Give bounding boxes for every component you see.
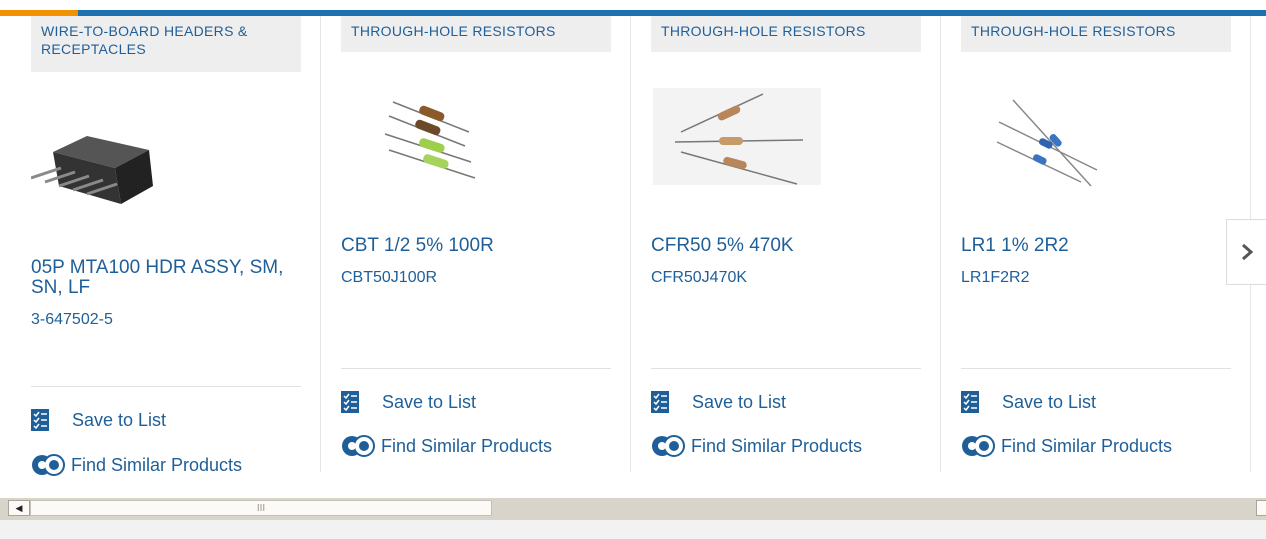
scrollbar-grip: III	[256, 502, 266, 514]
part-number[interactable]: CFR50J470K	[651, 269, 921, 287]
find-similar-products-button[interactable]: Find Similar Products	[961, 433, 1172, 459]
carousel-next-button[interactable]	[1226, 219, 1266, 285]
part-number[interactable]: 3-647502-5	[31, 311, 301, 329]
find-similar-label: Find Similar Products	[71, 454, 243, 475]
divider	[341, 368, 611, 369]
save-to-list-button[interactable]: Save to List	[31, 407, 166, 433]
find-similar-products-button[interactable]: Find Similar Products	[651, 433, 862, 459]
product-image[interactable]	[341, 94, 611, 194]
resistors-image	[384, 101, 476, 179]
scroll-left-arrow-icon: ◀	[15, 502, 23, 513]
part-number[interactable]: LR1F2R2	[961, 269, 1231, 287]
scroll-right-button[interactable]	[1256, 500, 1266, 516]
product-image[interactable]	[651, 88, 921, 188]
checklist-icon	[961, 391, 979, 413]
category-label[interactable]: THROUGH-HOLE RESISTORS	[651, 16, 921, 52]
save-to-list-label: Save to List	[1002, 391, 1097, 412]
card-separator	[630, 16, 631, 472]
checklist-icon	[341, 391, 359, 413]
save-to-list-button[interactable]: Save to List	[961, 389, 1096, 415]
category-label[interactable]: THROUGH-HOLE RESISTORS	[341, 16, 611, 52]
scroll-left-button[interactable]: ◀	[8, 500, 30, 516]
chevron-right-icon	[1241, 243, 1253, 261]
find-similar-label: Find Similar Products	[691, 435, 863, 456]
category-label[interactable]: WIRE-TO-BOARD HEADERS & RECEPTACLES	[31, 16, 301, 72]
find-similar-products-button[interactable]: Find Similar Products	[341, 433, 552, 459]
checklist-icon	[651, 391, 669, 413]
product-card: THROUGH-HOLE RESISTORS LR1 1% 2R2 LR1F2R…	[961, 16, 1231, 474]
checklist-icon	[31, 409, 49, 431]
save-to-list-label: Save to List	[72, 409, 167, 430]
product-image[interactable]	[30, 106, 301, 206]
save-to-list-button[interactable]: Save to List	[651, 389, 786, 415]
part-number[interactable]: CBT50J100R	[341, 269, 611, 287]
product-card: THROUGH-HOLE RESISTORS CFR50 5% 470K CFR…	[651, 16, 921, 474]
category-label[interactable]: THROUGH-HOLE RESISTORS	[961, 16, 1231, 52]
save-to-list-label: Save to List	[692, 391, 787, 412]
find-similar-label: Find Similar Products	[381, 435, 553, 456]
resistors-image	[996, 99, 1098, 187]
find-similar-label: Find Similar Products	[1001, 435, 1173, 456]
find-similar-products-button[interactable]: Find Similar Products	[31, 452, 242, 478]
product-card: THROUGH-HOLE RESISTORS CBT 1/2 5% 100R C…	[341, 16, 611, 474]
product-title[interactable]: CBT 1/2 5% 100R	[341, 236, 611, 256]
similar-products-icon	[342, 435, 375, 457]
resistors-image	[653, 88, 821, 185]
card-separator	[320, 16, 321, 472]
card-separator	[940, 16, 941, 472]
similar-products-icon	[962, 435, 995, 457]
save-to-list-label: Save to List	[382, 391, 477, 412]
divider	[31, 386, 301, 387]
product-title[interactable]: LR1 1% 2R2	[961, 236, 1231, 256]
divider	[961, 368, 1231, 369]
similar-products-icon	[652, 435, 685, 457]
footer-strip	[0, 520, 1266, 539]
product-title[interactable]: 05P MTA100 HDR ASSY, SM, SN, LF	[31, 258, 301, 298]
product-title[interactable]: CFR50 5% 470K	[651, 236, 921, 256]
divider	[651, 368, 921, 369]
scrollbar-thumb[interactable]: III	[30, 500, 492, 516]
similar-products-icon	[32, 454, 65, 476]
product-image[interactable]	[961, 94, 1231, 194]
connector-header-image	[30, 136, 153, 204]
product-card: WIRE-TO-BOARD HEADERS & RECEPTACLES 05P …	[30, 16, 301, 476]
save-to-list-button[interactable]: Save to List	[341, 389, 476, 415]
